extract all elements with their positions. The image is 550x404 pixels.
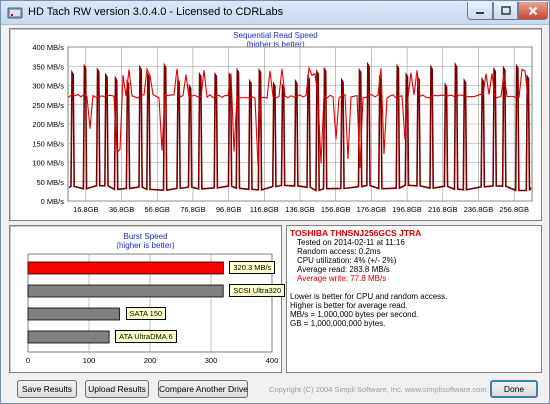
y-tick-label: 100 MB/s <box>32 159 64 168</box>
y-tick-label: 400 MB/s <box>32 43 64 52</box>
burst-bar-reference <box>27 307 120 321</box>
y-tick-label: 50 MB/s <box>36 178 64 187</box>
x-tick-label: 116.8GB <box>250 205 279 214</box>
x-tick-label: 216.8GB <box>428 205 458 214</box>
close-icon <box>528 6 538 15</box>
x-tick-label: 76.8GB <box>180 205 205 214</box>
note-line: GB = 1,000,000,000 bytes. <box>290 319 386 328</box>
y-tick-label: 350 MB/s <box>32 62 64 71</box>
x-tick-label: 16.8GB <box>73 205 98 214</box>
app-window: HD Tach RW version 3.0.4.0 - Licensed to… <box>0 0 550 404</box>
y-tick-label: 300 MB/s <box>32 82 64 91</box>
x-tick-label: 96.8GB <box>216 205 241 214</box>
bar-value-label: ATA UltraDMA 6 <box>115 330 177 343</box>
average-read: Average read: 283.8 MB/s <box>297 265 390 274</box>
app-icon <box>7 7 23 19</box>
title-bar[interactable]: HD Tach RW version 3.0.4.0 - Licensed to… <box>1 1 549 25</box>
x-tick-label: 236.8GB <box>464 205 494 214</box>
note-line: MB/s = 1,000,000 bytes per second. <box>290 310 419 319</box>
x-tick-label: 56.8GB <box>145 205 170 214</box>
close-button[interactable] <box>518 2 548 20</box>
tested-on: Tested on 2014-02-11 at 11:16 <box>297 238 405 247</box>
x-tick-label: 200 <box>144 356 157 365</box>
x-tick-label: 196.8GB <box>392 205 422 214</box>
x-tick-label: 256.8GB <box>499 205 529 214</box>
note-line: Higher is better for average read. <box>290 301 408 310</box>
x-tick-label: 400 <box>266 356 279 365</box>
bar-value-label: SATA 150 <box>125 307 167 320</box>
burst-bar-measured <box>27 261 224 275</box>
burst-bar-reference <box>27 330 110 344</box>
random-access: Random access: 0.2ms <box>297 247 381 256</box>
copyright-text: Copyright (C) 2004 Simpli Software, Inc.… <box>269 385 487 394</box>
cpu-utilization: CPU utilization: 4% (+/- 2%) <box>297 256 397 265</box>
done-button[interactable]: Done <box>490 380 538 398</box>
x-tick-label: 136.8GB <box>285 205 315 214</box>
x-tick-label: 100 <box>83 356 96 365</box>
drive-model: TOSHIBA THNSNJ256GCS JTRA <box>290 228 422 238</box>
minimize-button[interactable] <box>467 2 493 20</box>
drive-info-panel: TOSHIBA THNSNJ256GCS JTRA Tested on 2014… <box>286 225 542 373</box>
x-tick-label: 300 <box>205 356 218 365</box>
x-tick-label: 36.8GB <box>109 205 134 214</box>
save-results-button[interactable]: Save Results <box>17 380 77 398</box>
x-tick-label: 176.8GB <box>357 205 387 214</box>
average-write: Average write: 77.8 MB/s <box>297 274 387 283</box>
y-tick-label: 250 MB/s <box>32 101 64 110</box>
note-line: Lower is better for CPU and random acces… <box>290 292 448 301</box>
y-tick-label: 0 MB/s <box>41 197 65 206</box>
upload-results-button[interactable]: Upload Results <box>85 380 149 398</box>
burst-bar-reference <box>27 284 224 298</box>
burst-speed-chart: 0 100 200 300 400 <box>26 253 279 365</box>
sequential-chart-panel: Sequential Read Speed (higher is better)… <box>9 28 542 221</box>
bar-value-label: SCSI Ultra320 <box>229 284 286 297</box>
window-title: HD Tach RW version 3.0.4.0 - Licensed to… <box>28 6 284 18</box>
x-tick-label: 156.8GB <box>321 205 351 214</box>
sequential-read-chart: 400 MB/s 350 MB/s 300 MB/s 250 MB/s 200 MB/s… <box>32 43 533 214</box>
maximize-icon <box>500 6 511 15</box>
burst-chart-panel: Burst Speed (higher is better) 0 100 200 30… <box>9 225 286 373</box>
maximize-button[interactable] <box>493 2 518 20</box>
y-tick-label: 150 MB/s <box>32 139 64 148</box>
y-tick-label: 200 MB/s <box>32 120 64 129</box>
bar-value-label: 320.3 MB/s <box>229 261 276 274</box>
x-tick-label: 0 <box>26 356 30 365</box>
minimize-icon <box>476 11 484 14</box>
compare-drive-button[interactable]: Compare Another Drive <box>158 380 248 398</box>
